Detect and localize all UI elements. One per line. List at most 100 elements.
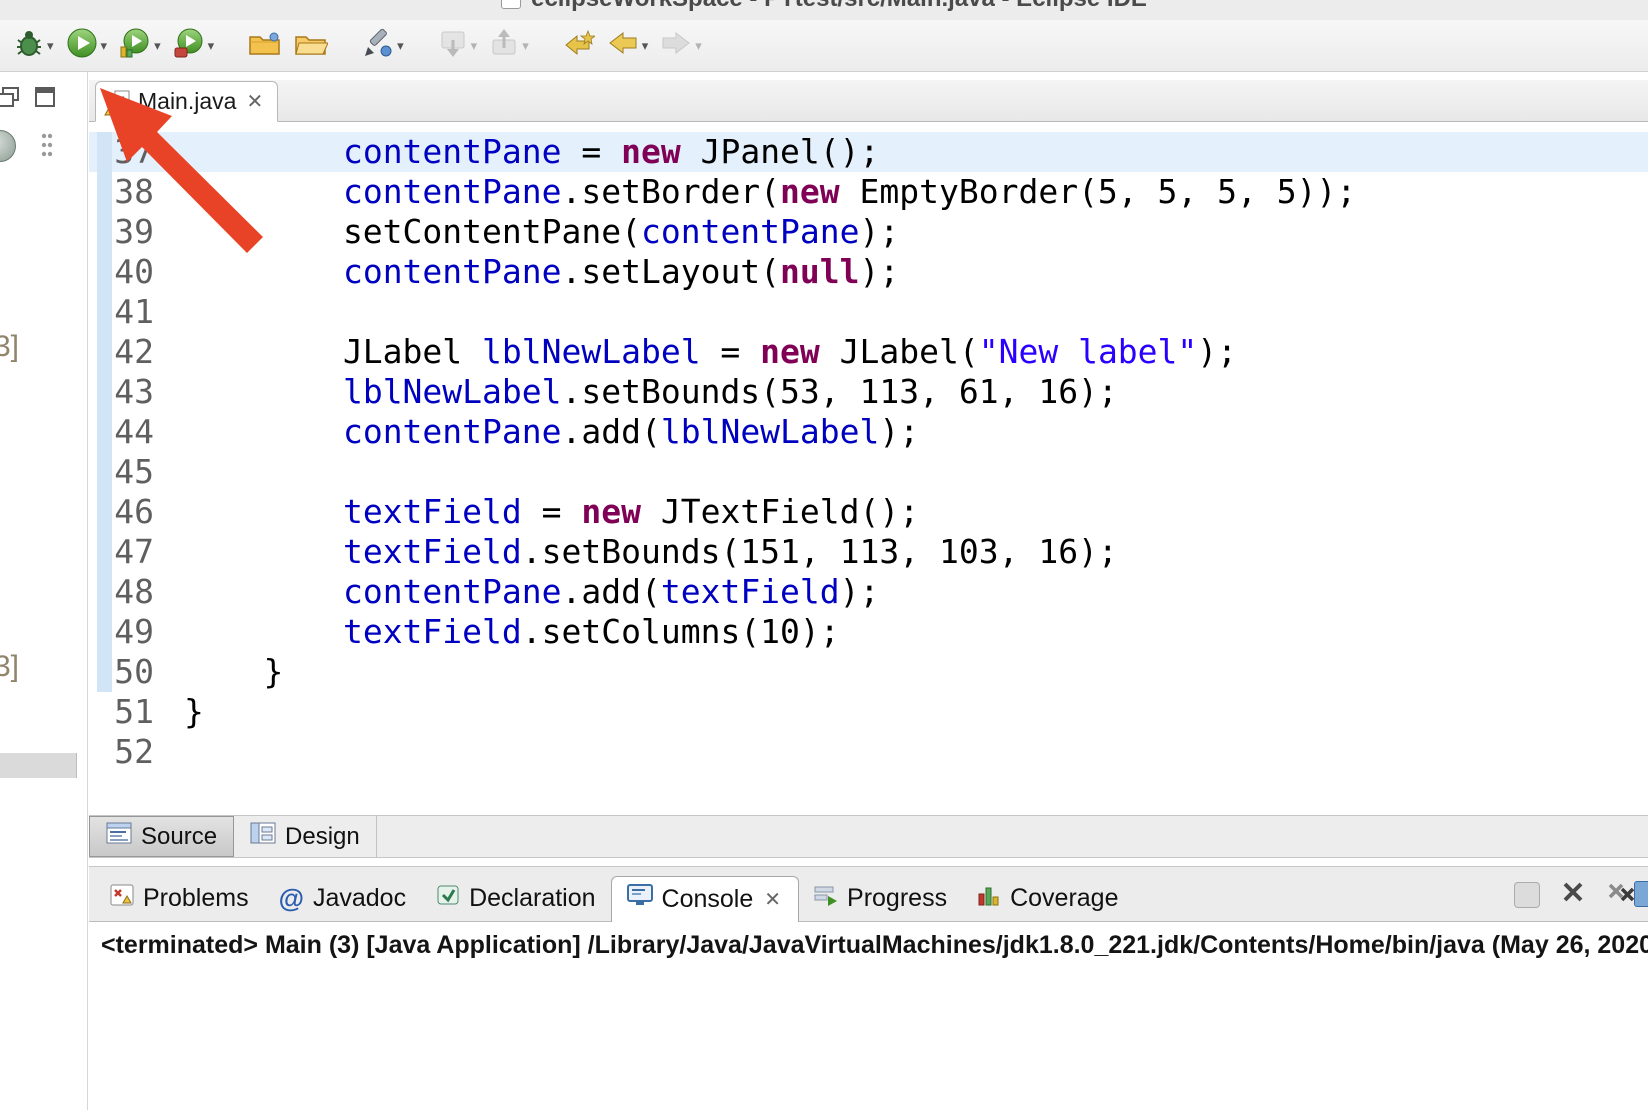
code-text: contentPane.add(textField); [184, 572, 879, 612]
maximize-view-icon[interactable] [34, 86, 58, 115]
chevron-down-icon[interactable]: ▾ [642, 39, 649, 52]
editor-mode-tabs: Source Design [89, 815, 1648, 858]
open-file-button[interactable] [248, 29, 282, 62]
code-line-42[interactable]: 42 JLabel lblNewLabel = new JLabel("New … [89, 332, 1648, 372]
progress-icon [814, 884, 838, 913]
export-button[interactable]: ▾ [489, 28, 529, 63]
code-editor[interactable]: 37 contentPane = new JPanel();38 content… [89, 122, 1648, 815]
tab-declaration-label: Declaration [469, 884, 595, 913]
import-icon [438, 28, 468, 63]
code-text: contentPane.add(lblNewLabel); [184, 412, 919, 452]
line-number: 40 [112, 252, 154, 292]
tab-design-label: Design [285, 823, 360, 851]
code-text: } [184, 692, 204, 732]
tab-progress[interactable]: Progress [799, 875, 962, 921]
code-line-37[interactable]: 37 contentPane = new JPanel(); [89, 132, 1648, 172]
line-number: 51 [112, 692, 154, 732]
clipped-label: 3] [0, 330, 19, 364]
drag-handle-icon[interactable] [40, 132, 54, 167]
code-line-40[interactable]: 40 contentPane.setLayout(null); [89, 252, 1648, 292]
tab-coverage[interactable]: Coverage [962, 875, 1133, 921]
code-line-48[interactable]: 48 contentPane.add(textField); [89, 572, 1648, 612]
line-number: 44 [112, 412, 154, 452]
chevron-down-icon[interactable]: ▾ [47, 39, 54, 52]
line-number: 52 [112, 732, 154, 772]
problems-icon [110, 884, 134, 913]
source-icon [106, 822, 132, 851]
code-line-41[interactable]: 41 [89, 292, 1648, 332]
chevron-down-icon[interactable]: ▾ [154, 39, 161, 52]
open-folder-icon [294, 29, 328, 62]
run-button[interactable]: ▾ [66, 27, 108, 64]
chevron-down-icon[interactable]: ▾ [471, 39, 478, 52]
code-line-38[interactable]: 38 contentPane.setBorder(new EmptyBorder… [89, 172, 1648, 212]
profile-icon [173, 27, 205, 64]
tab-source[interactable]: Source [89, 816, 234, 857]
pen-icon [362, 27, 394, 64]
run-icon [66, 27, 98, 64]
coverage-button[interactable]: ▾ [119, 27, 161, 64]
forward-icon [660, 28, 692, 63]
code-line-45[interactable]: 45 [89, 452, 1648, 492]
chevron-down-icon[interactable]: ▾ [522, 39, 529, 52]
tab-main-java[interactable]: J Main.java ✕ [95, 81, 278, 122]
code-line-50[interactable]: 50 } [89, 652, 1648, 692]
pin-console-icon[interactable] [1514, 882, 1540, 908]
debug-button[interactable]: ▾ [14, 28, 54, 63]
code-line-52[interactable]: 52 [89, 732, 1648, 772]
chevron-down-icon[interactable]: ▾ [101, 39, 108, 52]
import-button[interactable]: ▾ [438, 28, 478, 63]
editor-tab-bar: J Main.java ✕ [89, 80, 1648, 122]
chevron-down-icon[interactable]: ▾ [397, 39, 404, 52]
console-output[interactable]: <terminated> Main (3) [Java Application]… [89, 922, 1648, 1110]
clipped-toolbar-icon[interactable] [1634, 881, 1648, 907]
close-icon[interactable]: ✕ [762, 887, 783, 912]
line-number: 37 [112, 132, 154, 172]
tab-declaration[interactable]: Declaration [421, 875, 610, 921]
tab-problems[interactable]: Problems [95, 875, 264, 921]
external-tools-button[interactable]: ▾ [362, 27, 404, 64]
code-line-47[interactable]: 47 textField.setBounds(151, 113, 103, 16… [89, 532, 1648, 572]
tab-design[interactable]: Design [234, 816, 377, 857]
code-line-46[interactable]: 46 textField = new JTextField(); [89, 492, 1648, 532]
code-line-44[interactable]: 44 contentPane.add(lblNewLabel); [89, 412, 1648, 452]
code-line-49[interactable]: 49 textField.setColumns(10); [89, 612, 1648, 652]
line-number: 38 [112, 172, 154, 212]
coverage-icon [119, 27, 151, 64]
chevron-down-icon[interactable]: ▾ [695, 39, 702, 52]
code-line-39[interactable]: 39 setContentPane(contentPane); [89, 212, 1648, 252]
tab-console[interactable]: Console ✕ [611, 876, 800, 922]
code-line-51[interactable]: 51} [89, 692, 1648, 732]
code-text: textField.setColumns(10); [184, 612, 840, 652]
code-text: textField = new JTextField(); [184, 492, 919, 532]
remove-all-terminated-icon[interactable] [1606, 879, 1636, 910]
document-icon [501, 0, 521, 9]
collapsed-view-strip[interactable] [0, 753, 77, 778]
code-line-43[interactable]: 43 lblNewLabel.setBounds(53, 113, 61, 16… [89, 372, 1648, 412]
close-icon[interactable]: ✕ [244, 89, 265, 114]
chevron-down-icon[interactable]: ▾ [208, 39, 215, 52]
line-number: 45 [112, 452, 154, 492]
console-tab-bar: Problems @ Javadoc Declaration Console ✕… [89, 866, 1648, 922]
console-icon [627, 884, 653, 915]
last-edit-location-button[interactable] [563, 28, 595, 63]
tab-coverage-label: Coverage [1010, 884, 1118, 913]
editor-panel: J Main.java ✕ 37 contentPane = new JPane… [89, 80, 1648, 815]
back-button[interactable]: ▾ [607, 28, 649, 63]
tab-javadoc[interactable]: @ Javadoc [264, 875, 421, 921]
tab-javadoc-label: Javadoc [313, 884, 406, 913]
perspective-icon[interactable] [0, 130, 16, 162]
open-folder-button[interactable] [294, 29, 328, 62]
forward-button[interactable]: ▾ [660, 28, 702, 63]
code-text: contentPane.setBorder(new EmptyBorder(5,… [184, 172, 1356, 212]
debug-icon [14, 28, 44, 63]
restore-view-icon[interactable] [0, 86, 21, 115]
coverage-tab-icon [977, 884, 1001, 913]
line-number: 50 [112, 652, 154, 692]
profile-button[interactable]: ▾ [173, 27, 215, 64]
left-rail: 3] 3] [0, 72, 88, 1110]
console-process-line: <terminated> Main (3) [Java Application]… [89, 922, 1648, 960]
clear-console-icon[interactable] [1560, 879, 1586, 910]
open-file-icon [248, 29, 282, 62]
tab-console-label: Console [662, 885, 754, 914]
